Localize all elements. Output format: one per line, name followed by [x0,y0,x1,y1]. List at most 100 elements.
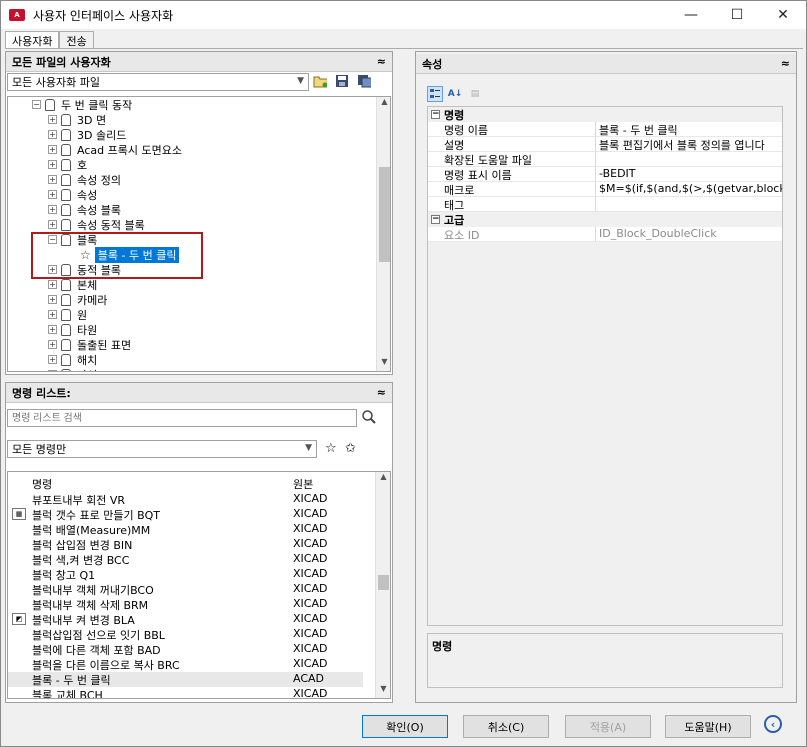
tree-node[interactable]: + 속성 블록 [48,202,121,217]
property-pages-icon[interactable]: ▤ [467,86,483,102]
property-category[interactable]: − 고급 [428,212,782,227]
expand-node-icon[interactable]: + [48,175,57,184]
tab-transfer[interactable]: 전송 [59,31,94,49]
expand-node-icon[interactable]: + [48,310,57,319]
command-source: XICAD [293,597,328,610]
table-row[interactable]: 블록 교체 BCH XICAD [8,687,363,698]
expand-node-icon[interactable]: + [48,130,57,139]
column-header-source[interactable]: 원본 [293,476,313,492]
collapse-icon[interactable]: ≈ [781,57,790,70]
property-row[interactable]: 설명 블록 편집기에서 블록 정의를 엽니다 [428,137,782,152]
table-row[interactable]: 블럭 색,켜 변경 BCC XICAD [8,552,363,567]
table-row[interactable]: 블럭 창고 Q1 XICAD [8,567,363,582]
tree-scrollbar[interactable]: ▲ ▼ [376,97,390,371]
tree-node[interactable]: + 본체 [48,277,97,292]
tree-node[interactable]: + 속성 동적 블록 [48,217,145,232]
property-value[interactable] [596,197,782,212]
save-icon[interactable] [334,73,350,89]
tree-node[interactable]: + 돌출된 표면 [48,337,131,352]
categorized-icon[interactable] [427,86,443,102]
tree-node[interactable]: − 두 번 클릭 동작 [32,97,132,112]
table-row[interactable]: ◩ 블럭내부 켜 변경 BLA XICAD [8,612,363,627]
scroll-up-icon[interactable]: ▲ [376,472,390,486]
column-header-command[interactable]: 명령 [32,476,52,492]
ok-button[interactable]: 확인(O) [362,715,448,738]
close-button[interactable]: ✕ [760,1,806,29]
scroll-down-icon[interactable]: ▼ [376,684,390,698]
tree-node[interactable]: + 카메라 [48,292,107,307]
expand-node-icon[interactable]: + [48,370,57,371]
search-icon[interactable] [361,409,377,428]
expand-node-icon[interactable]: + [48,145,57,154]
expand-node-icon[interactable]: + [48,205,57,214]
property-key: 설명 [428,137,596,152]
collapse-icon[interactable]: ≈ [377,55,386,68]
property-value[interactable]: 블록 - 두 번 클릭 [596,122,782,137]
scroll-down-icon[interactable]: ▼ [377,357,390,371]
property-category[interactable]: − 명령 [428,107,782,122]
expand-node-icon[interactable]: + [48,355,57,364]
tab-customize[interactable]: 사용자화 [5,31,60,49]
tree-node[interactable]: + 나선 [48,367,97,371]
cancel-button[interactable]: 취소(C) [463,715,549,738]
expand-node-icon[interactable]: + [48,115,57,124]
property-value[interactable]: -BEDIT [596,167,782,182]
tree-node[interactable]: + 속성 정의 [48,172,121,187]
table-row[interactable]: 블럭내부 객체 삭제 BRM XICAD [8,597,363,612]
expand-node-icon[interactable]: + [48,220,57,229]
expand-node-icon[interactable]: + [48,325,57,334]
back-arrow-icon[interactable]: ‹ [764,715,782,733]
command-name: 블럭 삽입점 변경 BIN [32,539,133,552]
property-row[interactable]: 명령 표시 이름 -BEDIT [428,167,782,182]
expand-node-icon[interactable]: + [48,295,57,304]
property-row[interactable]: 매크로$M=$(if,$(and,$(>,$(getvar,blockeditl… [428,182,782,197]
open-file-icon[interactable] [312,73,328,89]
command-search-input[interactable] [7,409,357,427]
expand-node-icon[interactable]: + [48,160,57,169]
collapse-category-icon[interactable]: − [431,215,440,224]
table-row[interactable]: 블럭에 다른 객체 포함 BAD XICAD [8,642,363,657]
collapse-node-icon[interactable]: − [32,100,41,109]
minimize-button[interactable]: — [668,1,714,29]
property-row[interactable]: 태그 [428,197,782,212]
tree-node[interactable]: + 타원 [48,322,97,337]
table-row[interactable]: 블럭 삽입점 변경 BIN XICAD [8,537,363,552]
sort-alphabetical-icon[interactable]: A↓ [447,86,463,102]
table-row[interactable]: 뷰포트내부 회전 VR XICAD [8,492,363,507]
collapse-category-icon[interactable]: − [431,110,440,119]
scrollbar-thumb[interactable] [379,167,390,262]
new-command-icon[interactable]: ☆ [325,441,337,456]
tree-node[interactable]: + Acad 프록시 도면요소 [48,142,182,157]
tree-node[interactable]: +3D 면 [48,112,106,127]
property-value[interactable]: $M=$(if,$(and,$(>,$(getvar,blockeditlo [596,182,782,197]
new-command-star-icon[interactable]: ✩ [345,441,356,456]
tree-node[interactable]: + 속성 [48,187,97,202]
save-as-icon[interactable] [356,73,372,89]
tree-node[interactable]: + 해치 [48,352,97,367]
expand-node-icon[interactable]: + [48,340,57,349]
table-row[interactable]: 블럭을 다른 이름으로 복사 BRC XICAD [8,657,363,672]
scroll-up-icon[interactable]: ▲ [377,97,390,111]
apply-button[interactable]: 적용(A) [565,715,651,738]
scrollbar-thumb[interactable] [378,575,389,590]
help-button[interactable]: 도움말(H) [665,715,751,738]
expand-node-icon[interactable]: + [48,280,57,289]
table-row-selected[interactable]: 블록 - 두 번 클릭 ACAD [8,672,363,687]
tree-node[interactable]: + 호 [48,157,87,172]
maximize-button[interactable]: ☐ [714,1,760,29]
collapse-icon[interactable]: ≈ [377,386,386,399]
property-row[interactable]: 확장된 도움말 파일 [428,152,782,167]
table-row[interactable]: 블럭 배열(Measure)MM XICAD [8,522,363,537]
table-row[interactable]: 블럭삽입점 선으로 잇기 BBL XICAD [8,627,363,642]
property-value[interactable]: 블록 편집기에서 블록 정의를 엽니다 [596,137,782,152]
property-value[interactable] [596,152,782,167]
tree-node[interactable]: +3D 솔리드 [48,127,126,142]
command-filter-combo[interactable]: 모든 명령만 ▼ [7,440,317,458]
command-scrollbar[interactable]: ▲ ▼ [375,472,390,698]
table-row[interactable]: ▦ 블럭 갯수 표로 만들기 BQT XICAD [8,507,363,522]
property-row[interactable]: 명령 이름 블록 - 두 번 클릭 [428,122,782,137]
tree-node[interactable]: + 원 [48,307,87,322]
file-select-combo[interactable]: 모든 사용자화 파일 ▼ [7,73,309,91]
expand-node-icon[interactable]: + [48,190,57,199]
table-row[interactable]: 블럭내부 객체 꺼내기BCO XICAD [8,582,363,597]
